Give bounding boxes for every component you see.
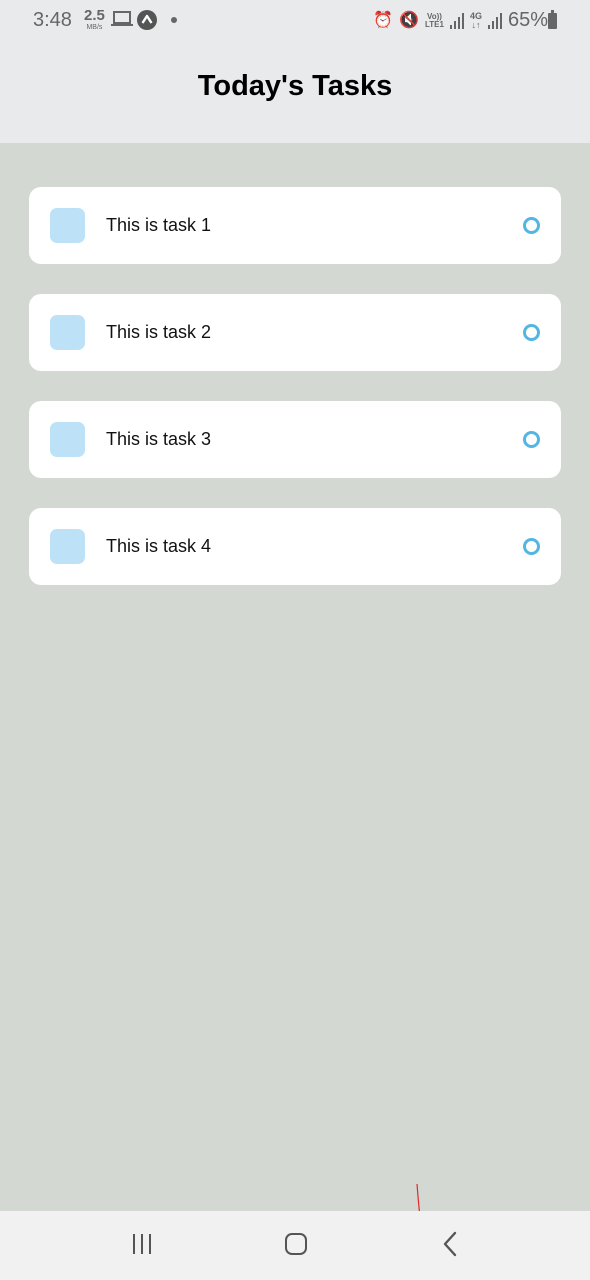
alarm-icon: ⏰ xyxy=(373,11,394,29)
task-label: This is task 2 xyxy=(106,322,212,342)
network-type: 4G ↓↑ xyxy=(469,10,482,30)
status-indicators: ⏰ 🔇 Vo)) LTE1 4G ↓↑ 65% xyxy=(373,9,548,32)
mute-icon: 🔇 xyxy=(399,11,419,29)
task-complete-circle-icon[interactable] xyxy=(523,431,540,448)
task-card[interactable]: This is task 2 xyxy=(29,294,561,371)
task-square-icon xyxy=(50,315,85,350)
task-label: This is task 1 xyxy=(106,215,212,235)
task-card[interactable]: This is task 3 xyxy=(29,401,561,478)
task-label: This is task 4 xyxy=(106,536,212,556)
battery-icon xyxy=(548,10,557,29)
task-square-icon xyxy=(50,208,85,243)
task-square-icon xyxy=(50,422,85,457)
navigation-bar xyxy=(0,1211,590,1280)
task-card[interactable]: This is task 4 xyxy=(29,508,561,585)
task-complete-circle-icon[interactable] xyxy=(523,324,540,341)
task-label: This is task 3 xyxy=(106,429,212,449)
task-square-icon xyxy=(50,529,85,564)
battery-percentage: 65% xyxy=(507,9,548,31)
signal-icon xyxy=(449,12,464,29)
signal-icon-2 xyxy=(487,12,502,29)
task-card[interactable]: This is task 1 xyxy=(29,187,561,264)
home-icon[interactable] xyxy=(285,1233,307,1255)
volte-indicator: Vo)) LTE1 xyxy=(424,11,444,29)
status-time: 3:48 xyxy=(33,9,72,31)
header: Today's Tasks xyxy=(0,30,590,143)
laptop-icon xyxy=(111,11,133,32)
notification-dot xyxy=(171,17,177,23)
app-icon xyxy=(137,10,157,30)
task-list: This is task 1 This is task 2 This is ta… xyxy=(29,187,561,615)
page-title: Today's Tasks xyxy=(197,70,393,102)
task-complete-circle-icon[interactable] xyxy=(523,538,540,555)
back-icon[interactable] xyxy=(440,1231,460,1257)
status-bar: 3:48 2.5 MB/s ⏰ 🔇 Vo)) LTE1 4G ↓↑ 65% xyxy=(0,0,590,32)
recents-icon[interactable] xyxy=(133,1234,151,1254)
task-complete-circle-icon[interactable] xyxy=(523,217,540,234)
